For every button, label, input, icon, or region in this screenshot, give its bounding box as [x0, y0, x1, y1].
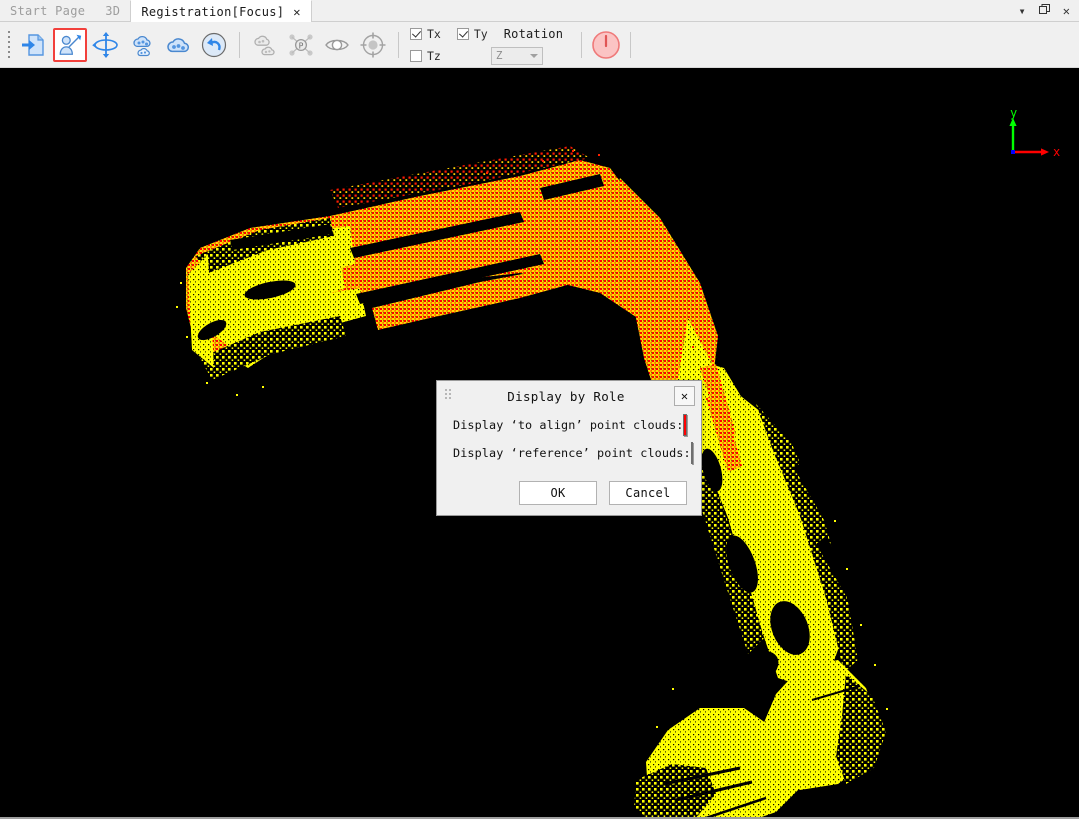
tab-bar: Start Page 3D Registration[Focus] ✕ ▾ ✕: [0, 0, 1079, 22]
to-align-color-swatch[interactable]: [683, 414, 687, 436]
checkbox-tz-label: Tz: [427, 48, 441, 63]
display-by-role-dialog: Display by Role ✕ Display ‘to align’ poi…: [436, 380, 702, 516]
tab-label: Registration[Focus]: [141, 4, 285, 19]
dialog-title: Display by Role: [507, 388, 625, 404]
pick-points-button[interactable]: [53, 27, 87, 62]
import-file-button[interactable]: [17, 28, 51, 62]
axis-y-label: y: [1010, 106, 1017, 120]
power-icon: [592, 30, 620, 59]
toolbar-separator-4: [630, 31, 632, 58]
pick-points-icon: [59, 34, 82, 55]
toolbar-separator-2: [398, 31, 399, 58]
tab-bar-spacer: [312, 0, 1019, 21]
checkbox-ty-box[interactable]: [456, 27, 469, 40]
eye-visibility-icon: [325, 39, 349, 50]
single-cloud-icon: [167, 37, 189, 52]
toolbar-drag-handle[interactable]: [4, 30, 14, 60]
tab-label: 3D: [105, 3, 121, 18]
cancel-button[interactable]: Cancel: [609, 481, 687, 505]
dialog-close-button[interactable]: ✕: [674, 386, 695, 406]
reference-label: Display ‘reference’ point clouds:: [453, 446, 691, 460]
checkbox-ty-label: Ty: [473, 26, 488, 41]
window-controls: ▾ ✕: [1019, 0, 1079, 21]
tab-label: Start Page: [10, 3, 86, 18]
toolbar-separator-1: [239, 31, 240, 58]
restore-glyph: [1038, 4, 1050, 14]
transform-row-bottom: Tz Z: [410, 46, 563, 65]
tab-registration-focus[interactable]: Registration[Focus] ✕: [130, 0, 312, 22]
tab-start-page[interactable]: Start Page: [0, 0, 96, 21]
move-rotate-icon: [92, 31, 118, 58]
single-cloud-button[interactable]: [161, 28, 195, 62]
transform-options-group: Tx Ty Rotation Tz Z: [410, 23, 563, 67]
registration-target-icon: P: [289, 33, 313, 56]
checkbox-tx-box[interactable]: [410, 27, 422, 40]
clouds-disabled-button: [248, 28, 282, 62]
rotation-label: Rotation: [503, 26, 564, 41]
move-rotate-button[interactable]: [89, 28, 123, 62]
eye-visibility-button: [320, 28, 354, 62]
axis-gizmo: x y: [1009, 106, 1060, 159]
undo-button[interactable]: [197, 28, 231, 62]
chevron-down-icon[interactable]: ▾: [1019, 5, 1026, 17]
dialog-button-row: OK Cancel: [437, 481, 701, 505]
rotation-axis-value: Z: [495, 49, 503, 62]
tab-3d[interactable]: 3D: [95, 0, 131, 21]
two-clouds-button[interactable]: [125, 28, 159, 62]
reference-color-swatch[interactable]: [690, 442, 693, 464]
close-window-icon[interactable]: ✕: [1063, 5, 1070, 17]
dialog-row-to-align: Display ‘to align’ point clouds:: [437, 411, 701, 439]
undo-icon: [201, 32, 227, 57]
restore-window-icon[interactable]: [1038, 4, 1050, 17]
transform-row-top: Tx Ty Rotation: [410, 24, 563, 43]
3d-viewport[interactable]: x y Display by Role ✕ Display ‘to align’…: [0, 68, 1079, 819]
dialog-row-reference: Display ‘reference’ point clouds:: [437, 439, 701, 467]
main-toolbar: P Tx Ty Rotation Tz Z: [0, 22, 1079, 68]
to-align-label: Display ‘to align’ point clouds:: [453, 418, 684, 432]
power-button[interactable]: [589, 28, 623, 62]
registration-target-button: P: [284, 28, 318, 62]
checkbox-ty[interactable]: Ty: [456, 26, 488, 41]
ok-button[interactable]: OK: [519, 481, 597, 505]
tab-close-icon[interactable]: ✕: [293, 5, 301, 19]
dialog-title-bar[interactable]: Display by Role ✕: [437, 381, 701, 411]
chevron-down-icon: [529, 53, 538, 58]
toolbar-separator-3: [581, 31, 583, 58]
checkbox-tx[interactable]: Tx: [410, 27, 441, 41]
target-center-button: [356, 28, 390, 62]
dialog-grip-icon: [445, 389, 453, 399]
axis-x-label: x: [1053, 145, 1060, 159]
import-file-icon: [22, 33, 44, 56]
target-center-icon: [360, 32, 386, 57]
checkbox-tz[interactable]: Tz: [410, 49, 441, 63]
clouds-disabled-icon: [254, 35, 275, 55]
two-clouds-icon: [133, 35, 151, 56]
svg-text:P: P: [299, 41, 304, 50]
checkbox-tx-label: Tx: [427, 26, 441, 41]
application-window: Start Page 3D Registration[Focus] ✕ ▾ ✕: [0, 0, 1079, 819]
checkbox-tz-box[interactable]: [410, 49, 422, 62]
rotation-axis-select[interactable]: Z: [490, 46, 543, 65]
